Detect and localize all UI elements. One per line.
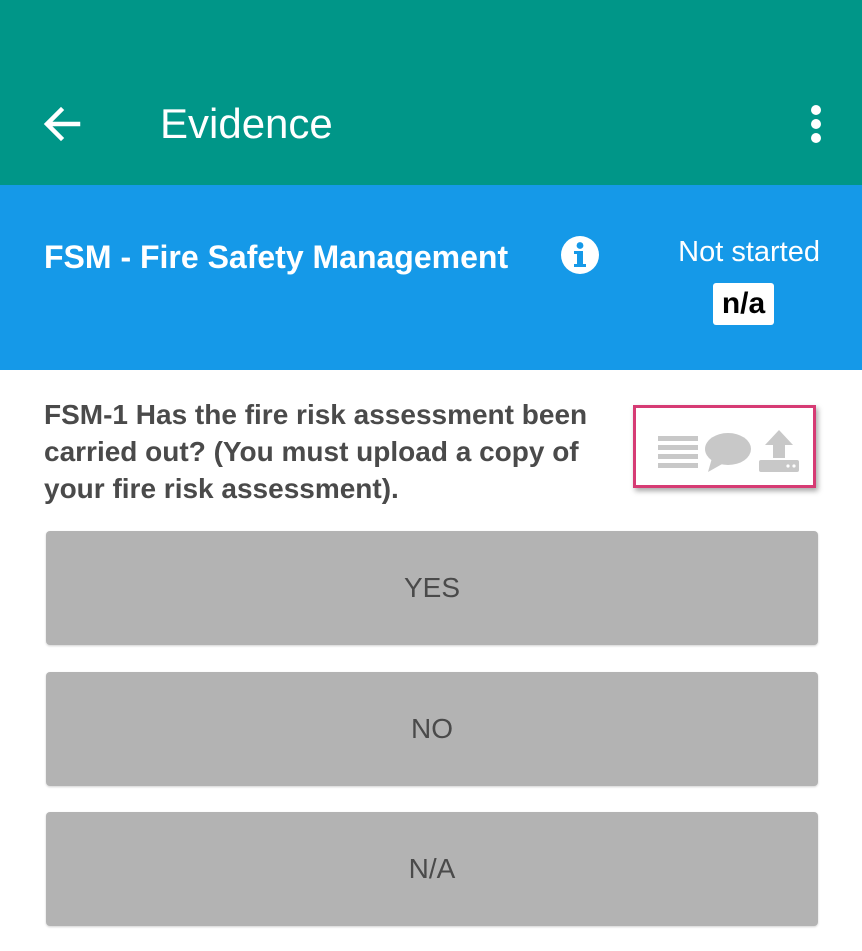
more-vert-icon bbox=[811, 105, 821, 143]
info-circle-icon bbox=[561, 236, 599, 274]
comment-icon[interactable] bbox=[704, 432, 752, 474]
score-badge: n/a bbox=[713, 283, 774, 325]
info-button[interactable] bbox=[560, 235, 600, 275]
answer-no-button[interactable]: NO bbox=[46, 672, 818, 786]
app-bar: Evidence bbox=[0, 0, 862, 185]
back-button[interactable] bbox=[34, 96, 90, 152]
overflow-menu-button[interactable] bbox=[792, 96, 840, 152]
app-bar-title: Evidence bbox=[160, 100, 333, 147]
question-actions-toolbar bbox=[633, 405, 816, 488]
section-title: FSM - Fire Safety Management bbox=[44, 239, 509, 275]
answer-na-button[interactable]: N/A bbox=[46, 812, 818, 926]
question-text: FSM-1 Has the fire risk assessment been … bbox=[44, 399, 588, 504]
list-icon[interactable] bbox=[658, 434, 698, 468]
answer-yes-button[interactable]: YES bbox=[46, 531, 818, 645]
section-header: FSM - Fire Safety Management Not started… bbox=[0, 185, 862, 370]
status-label: Not started bbox=[678, 236, 820, 268]
arrow-back-icon bbox=[43, 106, 81, 142]
upload-icon[interactable] bbox=[757, 428, 801, 474]
